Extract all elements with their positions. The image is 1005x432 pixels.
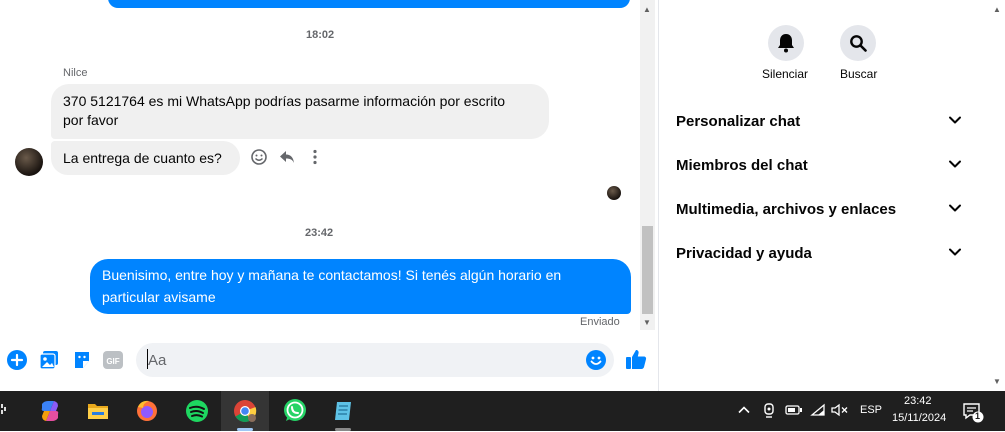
message-text-line: Buenisimo, entre hoy y mañana te contact… [102, 267, 562, 283]
previous-message-bubble [108, 0, 630, 8]
mute-label: Silenciar [762, 67, 809, 81]
search-label: Buscar [840, 67, 878, 81]
chat-area: 18:02 Nilce 370 5121764 es mi WhatsApp p… [0, 0, 658, 391]
message-text: La entrega de cuanto es? [63, 150, 222, 166]
read-receipt-avatar [607, 186, 621, 200]
chat-scrollbar-thumb[interactable] [642, 226, 653, 314]
sticker-icon[interactable] [72, 350, 92, 375]
section-label: Miembros del chat [676, 157, 808, 174]
scroll-up-arrow-icon[interactable]: ▲ [643, 5, 651, 14]
reply-icon[interactable] [278, 148, 296, 171]
widgets-edge-icon[interactable] [0, 403, 8, 424]
scroll-down-arrow-icon[interactable]: ▼ [993, 377, 1001, 386]
scroll-down-arrow-icon[interactable]: ▼ [643, 318, 651, 327]
page-scrollbar[interactable]: ▲ ▼ [989, 0, 1005, 391]
language-indicator[interactable]: ESP [860, 404, 882, 416]
camera-icon[interactable] [762, 402, 776, 423]
message-text-line: particular avisame [102, 289, 216, 305]
emoji-icon[interactable] [586, 350, 606, 374]
section-chat-members[interactable]: Miembros del chat [675, 150, 973, 180]
file-explorer-icon[interactable] [82, 395, 114, 427]
section-label: Multimedia, archivos y enlaces [676, 201, 897, 218]
message-input-placeholder: Aa [148, 352, 167, 369]
chevron-down-icon [947, 112, 963, 132]
windows-taskbar: ESP 23:42 15/11/2024 1 [0, 391, 1005, 431]
volume-muted-icon[interactable] [831, 403, 849, 420]
thumbs-up-icon[interactable] [625, 348, 647, 375]
scroll-up-arrow-icon[interactable]: ▲ [993, 5, 1001, 14]
message-composer: GIF Aa [0, 335, 658, 391]
gif-label: GIF [106, 357, 119, 366]
incoming-message-bubble[interactable]: La entrega de cuanto es? [51, 141, 240, 175]
gallery-icon[interactable] [39, 350, 59, 375]
search-button[interactable] [840, 25, 876, 61]
sender-name: Nilce [63, 67, 88, 79]
section-label: Privacidad y ayuda [676, 245, 812, 262]
wifi-icon[interactable] [810, 403, 826, 420]
message-text-line: por favor [63, 112, 119, 128]
spotify-icon[interactable] [181, 395, 213, 427]
clock-time[interactable]: 23:42 [904, 395, 932, 407]
message-status: Enviado [580, 316, 620, 328]
notification-icon[interactable] [962, 401, 984, 426]
timestamp: 23:42 [305, 227, 334, 239]
clock-date[interactable]: 15/11/2024 [892, 412, 946, 424]
copilot-icon[interactable] [34, 395, 66, 427]
chevron-down-icon [947, 244, 963, 264]
add-icon[interactable] [7, 350, 27, 375]
notification-count: 1 [975, 411, 981, 421]
timestamp: 18:02 [306, 29, 335, 41]
bell-icon [777, 33, 795, 58]
chrome-icon[interactable] [229, 395, 261, 427]
whatsapp-icon[interactable] [279, 395, 311, 427]
contact-avatar[interactable] [15, 148, 43, 176]
chevron-down-icon [947, 200, 963, 220]
search-icon [849, 34, 867, 57]
chevron-up-icon[interactable] [737, 403, 751, 420]
message-input[interactable]: Aa [136, 343, 614, 377]
mute-button[interactable] [768, 25, 804, 61]
react-icon[interactable] [250, 148, 268, 171]
battery-icon[interactable] [785, 403, 803, 420]
outgoing-message-bubble[interactable]: Buenisimo, entre hoy y mañana te contact… [90, 259, 631, 314]
firefox-icon[interactable] [131, 395, 163, 427]
section-customize-chat[interactable]: Personalizar chat [675, 106, 973, 136]
gif-icon[interactable]: GIF [103, 350, 123, 375]
section-label: Personalizar chat [676, 113, 801, 130]
chat-info-panel: Silenciar Buscar Personalizar chat Miemb… [659, 0, 989, 391]
message-text-line: 370 5121764 es mi WhatsApp podrías pasar… [63, 93, 506, 109]
section-media-files-links[interactable]: Multimedia, archivos y enlaces [675, 194, 973, 224]
chevron-down-icon [947, 156, 963, 176]
notepad-icon[interactable] [327, 395, 359, 427]
section-privacy-help[interactable]: Privacidad y ayuda [675, 238, 973, 268]
more-options-icon[interactable] [306, 148, 324, 171]
incoming-message-bubble[interactable]: 370 5121764 es mi WhatsApp podrías pasar… [51, 84, 549, 139]
